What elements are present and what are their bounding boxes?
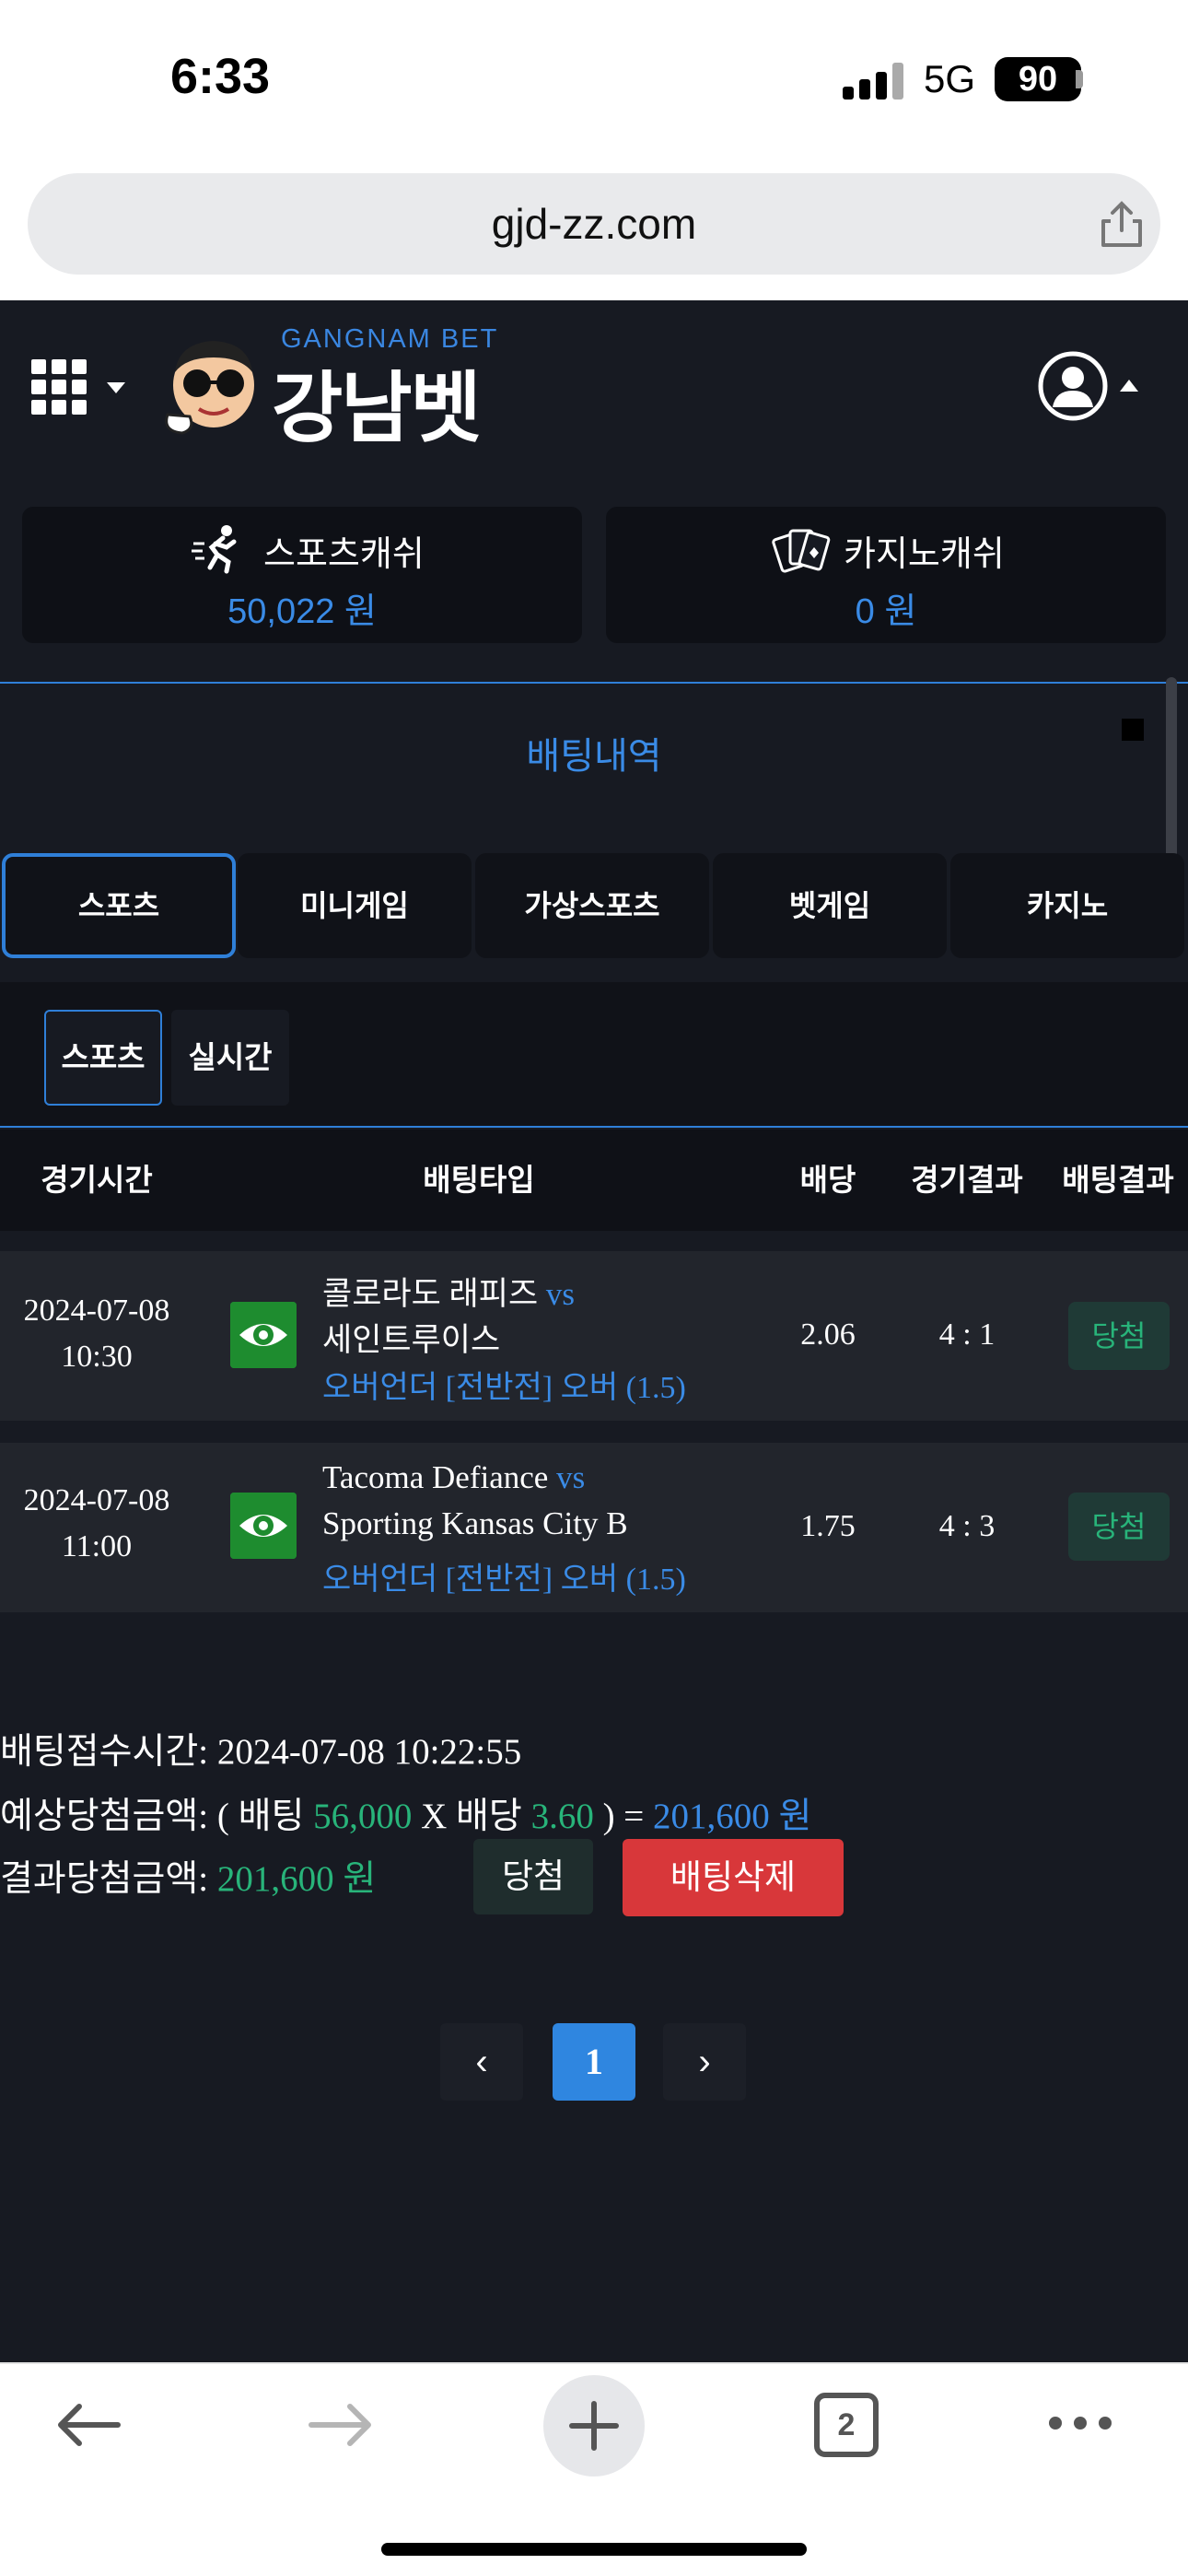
address-bar[interactable]: gjd-zz.com bbox=[28, 173, 1160, 275]
divider bbox=[0, 1126, 1188, 1128]
row-bet-type: 오버언더 [전반전] 오버 (1.5) bbox=[322, 1371, 686, 1405]
row-score: 4 : 3 bbox=[938, 1509, 996, 1543]
subtab-live[interactable]: 실시간 bbox=[171, 1010, 289, 1106]
next-page-button[interactable]: › bbox=[663, 2023, 746, 2101]
menu-caret-icon[interactable] bbox=[107, 382, 125, 393]
row-odds: 1.75 bbox=[800, 1509, 856, 1543]
home-indicator bbox=[381, 2543, 807, 2556]
mascot-logo-icon bbox=[165, 341, 254, 435]
row-team-home: 콜로라도 래피즈 vs bbox=[322, 1276, 576, 1312]
signal-icon bbox=[843, 63, 903, 100]
eye-icon[interactable] bbox=[230, 1302, 297, 1368]
tab-switcher-button[interactable]: 2 bbox=[814, 2393, 879, 2457]
row-team-away: 세인트루이스 bbox=[322, 1322, 501, 1358]
status-badge: 당첨 bbox=[1068, 1493, 1170, 1561]
url-text[interactable]: gjd-zz.com bbox=[28, 173, 1160, 275]
header-odds: 배당 bbox=[799, 1163, 856, 1197]
eye-icon[interactable] bbox=[230, 1493, 297, 1559]
tab-sports[interactable]: 스포츠 bbox=[2, 853, 236, 958]
row-team-home: Tacoma Defiance vs bbox=[322, 1459, 586, 1495]
user-caret-icon[interactable] bbox=[1120, 380, 1138, 392]
tab-casino[interactable]: 카지노 bbox=[950, 853, 1184, 958]
row-bet-type: 오버언더 [전반전] 오버 (1.5) bbox=[322, 1563, 686, 1597]
delete-bet-button[interactable]: 배팅삭제 bbox=[623, 1839, 844, 1916]
new-tab-button[interactable] bbox=[543, 2375, 645, 2476]
status-badge: 당첨 bbox=[1068, 1302, 1170, 1370]
forward-arrow-icon[interactable] bbox=[304, 2397, 378, 2453]
user-avatar-icon[interactable] bbox=[1037, 350, 1109, 422]
network-type: 5G bbox=[924, 57, 976, 100]
win-status-button[interactable]: 당첨 bbox=[473, 1839, 593, 1914]
row-team-away: Sporting Kansas City B bbox=[322, 1505, 628, 1541]
sports-cash-value: 50,022 원 bbox=[227, 592, 377, 631]
casino-cash-label: 카지노캐쉬 bbox=[844, 535, 1005, 574]
logo-title[interactable]: 강남벳 bbox=[272, 346, 482, 458]
header-bet-result: 배팅결과 bbox=[1062, 1163, 1174, 1197]
menu-grid-icon[interactable] bbox=[31, 359, 90, 418]
header-bet-type: 배팅타입 bbox=[423, 1163, 535, 1197]
row-odds: 2.06 bbox=[800, 1317, 856, 1352]
share-icon[interactable] bbox=[1096, 199, 1147, 251]
page-title: 배팅내역 bbox=[0, 684, 1188, 829]
back-arrow-icon[interactable] bbox=[52, 2397, 125, 2453]
playing-cards-icon bbox=[772, 529, 831, 573]
prev-page-button[interactable]: ‹ bbox=[440, 2023, 523, 2101]
page-1-button[interactable]: 1 bbox=[553, 2023, 635, 2101]
result-amount-line: 결과당첨금액: 201,600 원 bbox=[0, 1859, 377, 1899]
row-time: 11:00 bbox=[61, 1529, 133, 1563]
expected-amount-line: 예상당첨금액: ( 배팅 56,000 X 배당 3.60 ) = 201,60… bbox=[0, 1797, 812, 1836]
tab-virtual-sports[interactable]: 가상스포츠 bbox=[475, 853, 709, 958]
subtab-sports[interactable]: 스포츠 bbox=[44, 1010, 162, 1106]
sports-runner-icon bbox=[192, 525, 237, 574]
header-game-time: 경기시간 bbox=[41, 1163, 153, 1197]
close-square-icon[interactable] bbox=[1122, 719, 1144, 741]
tab-betgame[interactable]: 벳게임 bbox=[713, 853, 947, 958]
tab-minigame[interactable]: 미니게임 bbox=[238, 853, 472, 958]
plus-icon bbox=[569, 2401, 619, 2451]
casino-cash-card[interactable]: 카지노캐쉬 0 원 bbox=[606, 507, 1166, 643]
accept-time-line: 배팅접수시간: 2024-07-08 10:22:55 bbox=[0, 1732, 522, 1772]
status-time: 6:33 bbox=[170, 49, 271, 104]
sports-cash-card[interactable]: 스포츠캐쉬 50,022 원 bbox=[22, 507, 582, 643]
row-time: 10:30 bbox=[61, 1340, 133, 1374]
header-game-result: 경기결과 bbox=[911, 1163, 1023, 1197]
casino-cash-value: 0 원 bbox=[855, 592, 917, 631]
row-score: 4 : 1 bbox=[938, 1317, 996, 1352]
row-date: 2024-07-08 bbox=[23, 1483, 170, 1517]
more-icon[interactable] bbox=[1048, 2414, 1112, 2432]
row-date: 2024-07-08 bbox=[23, 1294, 170, 1328]
sports-cash-label: 스포츠캐쉬 bbox=[263, 535, 425, 574]
battery-icon: 90 bbox=[995, 57, 1081, 101]
battery-cap bbox=[1076, 70, 1083, 88]
